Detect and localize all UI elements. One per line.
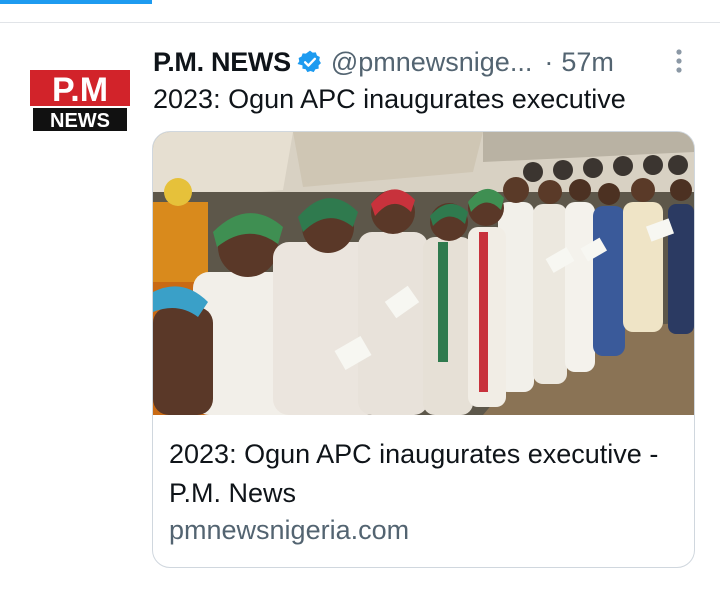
timestamp[interactable]: 57m (561, 47, 614, 78)
active-tab-indicator (0, 0, 152, 4)
card-title[interactable]: 2023: Ogun APC inaugurates executive - P… (169, 435, 669, 513)
card-image[interactable] (153, 132, 694, 415)
account-name[interactable]: P.M. NEWS (153, 47, 291, 78)
pm-news-logo: P.M NEWS (30, 70, 130, 132)
card-domain[interactable]: pmnewsnigeria.com (169, 515, 409, 546)
account-handle[interactable]: @pmnewsnige... (331, 47, 533, 78)
verified-badge-icon (297, 49, 323, 75)
separator-dot: · (544, 46, 554, 77)
tweet-text: 2023: Ogun APC inaugurates executive (153, 84, 626, 114)
avatar[interactable]: P.M NEWS (30, 70, 130, 132)
link-preview-card[interactable]: 2023: Ogun APC inaugurates executive - P… (152, 131, 695, 568)
more-options-icon[interactable] (669, 47, 689, 75)
top-divider (0, 22, 720, 23)
tweet-header: P.M. NEWS @pmnewsnige... · 57m (153, 44, 693, 80)
logo-line1: P.M (52, 71, 108, 109)
logo-line2: NEWS (50, 110, 110, 132)
